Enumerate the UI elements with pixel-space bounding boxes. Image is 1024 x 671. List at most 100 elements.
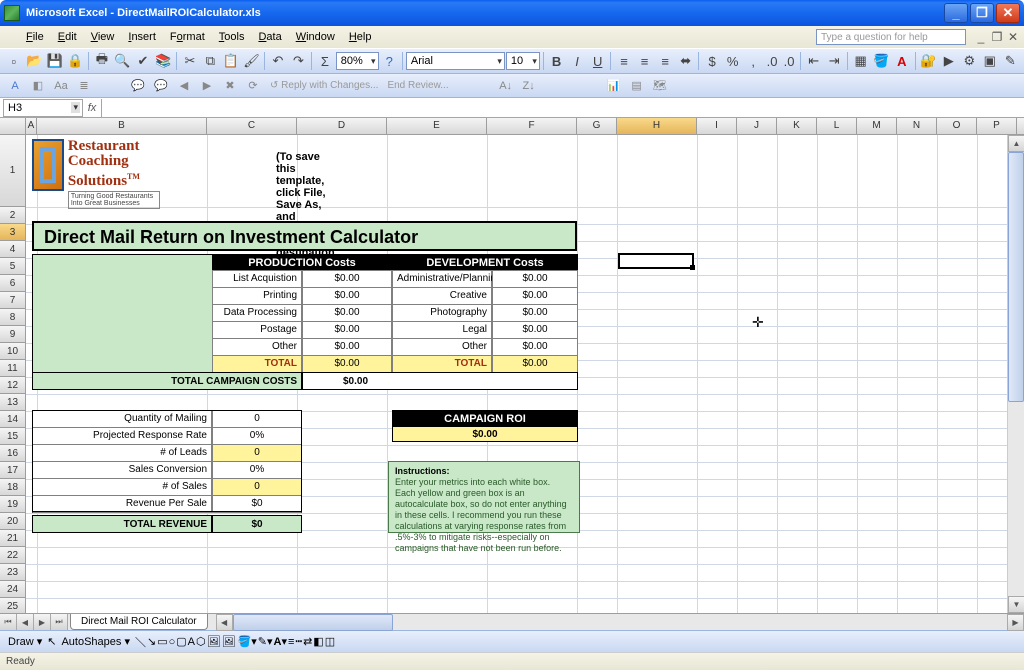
paste-icon[interactable]: 📋 — [221, 50, 241, 72]
italic-icon[interactable]: I — [567, 50, 587, 72]
row-header-17[interactable]: 17 — [0, 462, 26, 479]
sort-asc-icon[interactable]: A↓ — [495, 76, 517, 96]
clipart-icon[interactable]: 🖼 — [207, 635, 221, 648]
col-header-M[interactable]: M — [857, 118, 897, 134]
align-left-icon[interactable]: ≡ — [614, 50, 634, 72]
text-icon[interactable]: Aa — [50, 76, 72, 96]
window-close-button[interactable]: ✕ — [996, 3, 1020, 23]
mdi-close-button[interactable]: ✕ — [1006, 30, 1020, 44]
scroll-down-button[interactable]: ▼ — [1008, 596, 1024, 613]
arrow-style-icon[interactable]: ⇄ — [303, 635, 312, 648]
col-header-N[interactable]: N — [897, 118, 937, 134]
tab-first-button[interactable]: ⏮ — [0, 614, 17, 630]
formula-bar[interactable] — [101, 99, 1024, 117]
col-header-C[interactable]: C — [207, 118, 297, 134]
scroll-left-button[interactable]: ◀ — [216, 614, 233, 631]
tab-last-button[interactable]: ⏭ — [51, 614, 68, 630]
pivot-icon[interactable]: ▤ — [626, 76, 648, 96]
menu-view[interactable]: View — [85, 29, 121, 45]
mdi-minimize-button[interactable]: _ — [974, 30, 988, 44]
row-header-6[interactable]: 6 — [0, 275, 26, 292]
wordart-draw-icon[interactable]: A — [188, 636, 195, 648]
print-preview-icon[interactable]: 🔍 — [113, 50, 133, 72]
row-header-16[interactable]: 16 — [0, 445, 26, 462]
vertical-scrollbar[interactable]: ▲ ▼ — [1007, 135, 1024, 613]
scroll-thumb-horizontal[interactable] — [233, 614, 393, 631]
metric-value[interactable]: 0% — [212, 427, 302, 445]
print-icon[interactable]: 🖶 — [92, 50, 112, 72]
font-size-combo[interactable]: 10 — [506, 52, 540, 70]
dev-row-value[interactable]: $0.00 — [492, 287, 578, 305]
next-comment-icon[interactable]: ▶ — [196, 76, 218, 96]
dev-row-value[interactable]: $0.00 — [492, 321, 578, 339]
font-name-combo[interactable]: Arial — [406, 52, 505, 70]
shape-icon[interactable]: ≣ — [73, 76, 95, 96]
wordart-icon[interactable]: A — [4, 76, 26, 96]
window-minimize-button[interactable]: _ — [944, 3, 968, 23]
metric-value[interactable]: 0 — [212, 410, 302, 428]
cut-icon[interactable]: ✂ — [180, 50, 200, 72]
col-header-A[interactable]: A — [26, 118, 37, 134]
textbox-icon[interactable]: ▢ — [176, 635, 186, 648]
prev-comment-icon[interactable]: ◀ — [173, 76, 195, 96]
macro-icon[interactable]: ▶ — [939, 50, 959, 72]
row-header-18[interactable]: 18 — [0, 479, 26, 496]
row-header-4[interactable]: 4 — [0, 241, 26, 258]
col-header-H[interactable]: H — [617, 118, 697, 134]
line-icon[interactable]: ＼ — [135, 634, 146, 650]
increase-indent-icon[interactable]: ⇥ — [824, 50, 844, 72]
decrease-indent-icon[interactable]: ⇤ — [804, 50, 824, 72]
oval-icon[interactable]: ○ — [169, 636, 176, 648]
select-all-corner[interactable] — [0, 118, 26, 134]
autosum-icon[interactable]: Σ — [315, 50, 335, 72]
format-painter-icon[interactable]: 🖌 — [242, 50, 262, 72]
underline-icon[interactable]: U — [588, 50, 608, 72]
3d-icon[interactable]: ◫ — [325, 635, 335, 648]
row-header-7[interactable]: 7 — [0, 292, 26, 309]
prod-row-value[interactable]: $0.00 — [302, 287, 392, 305]
col-header-P[interactable]: P — [977, 118, 1017, 134]
borders-icon[interactable]: ▦ — [851, 50, 871, 72]
metric-value[interactable]: 0% — [212, 461, 302, 479]
col-header-F[interactable]: F — [487, 118, 577, 134]
row-header-2[interactable]: 2 — [0, 207, 26, 224]
arrow-icon[interactable]: ↘ — [147, 635, 156, 648]
scroll-up-button[interactable]: ▲ — [1008, 135, 1024, 152]
fill-icon[interactable]: 🪣▾ — [238, 635, 257, 648]
redo-icon[interactable]: ↷ — [289, 50, 309, 72]
row-header-5[interactable]: 5 — [0, 258, 26, 275]
delete-comment-icon[interactable]: ✖ — [219, 76, 241, 96]
dash-style-icon[interactable]: ┅ — [295, 635, 302, 648]
dev-row-value[interactable]: $0.00 — [492, 304, 578, 322]
col-header-D[interactable]: D — [297, 118, 387, 134]
undo-icon[interactable]: ↶ — [268, 50, 288, 72]
row-header-24[interactable]: 24 — [0, 581, 26, 598]
vb-icon[interactable]: ⚙ — [960, 50, 980, 72]
col-header-O[interactable]: O — [937, 118, 977, 134]
map-icon[interactable]: 🗺 — [649, 76, 671, 96]
menu-file[interactable]: File — [20, 29, 50, 45]
save-icon[interactable]: 💾 — [45, 50, 65, 72]
chart-icon[interactable]: 📊 — [603, 76, 625, 96]
row-header-11[interactable]: 11 — [0, 360, 26, 377]
menu-window[interactable]: Window — [290, 29, 341, 45]
row-header-22[interactable]: 22 — [0, 547, 26, 564]
shadow-draw-icon[interactable]: ◧ — [313, 635, 323, 648]
row-header-3[interactable]: 3 — [0, 224, 26, 241]
spreadsheet-grid[interactable]: ABCDEFGHIJKLMNOP 12345678910111213141516… — [0, 118, 1024, 613]
row-header-8[interactable]: 8 — [0, 309, 26, 326]
font-color-draw-icon[interactable]: A▾ — [274, 635, 287, 648]
mdi-restore-button[interactable]: ❐ — [990, 30, 1004, 44]
row-header-14[interactable]: 14 — [0, 411, 26, 428]
help-icon[interactable]: ? — [380, 50, 400, 72]
dev-row-value[interactable]: $0.00 — [492, 270, 578, 288]
fx-icon[interactable]: fx — [83, 102, 101, 114]
autoshapes-menu[interactable]: AutoShapes ▾ — [57, 635, 134, 648]
menu-data[interactable]: Data — [252, 29, 287, 45]
row-header-10[interactable]: 10 — [0, 343, 26, 360]
metric-value[interactable]: 0 — [212, 444, 302, 462]
bold-icon[interactable]: B — [547, 50, 567, 72]
shadow-icon[interactable]: ◧ — [27, 76, 49, 96]
increase-decimal-icon[interactable]: .0 — [764, 50, 780, 72]
sheet-tab-active[interactable]: Direct Mail ROI Calculator — [70, 614, 208, 630]
